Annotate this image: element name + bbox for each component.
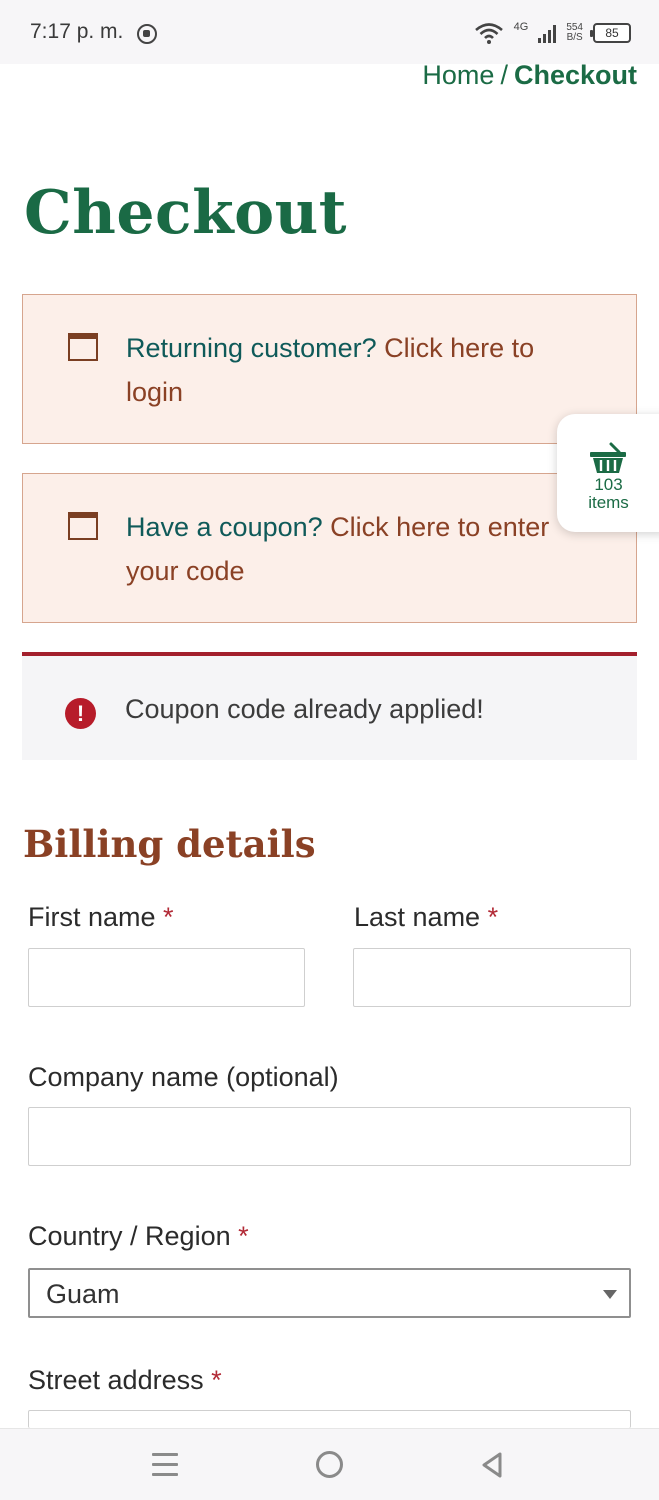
floating-cart-button[interactable]: 103 items [557,414,659,532]
error-message: Coupon code already applied! [125,694,484,724]
wifi-icon [474,23,503,44]
last-name-input[interactable] [353,948,631,1007]
network-type: 4G [513,21,529,33]
cart-count: 103 items [557,476,659,512]
first-name-input[interactable] [28,948,305,1007]
required-marker: * [487,902,499,932]
home-icon[interactable] [316,1451,343,1478]
street-label-text: Street address [28,1365,204,1395]
first-name-label: First name * [28,902,174,933]
cart-count-number: 103 [594,475,623,494]
login-notice-prefix: Returning customer? [126,333,377,363]
street-input[interactable] [28,1410,631,1428]
signal-icon [538,23,557,43]
chevron-down-icon [603,1290,617,1299]
company-input[interactable] [28,1107,631,1166]
coupon-notice: Have a coupon? Click here to enter your … [22,473,637,623]
breadcrumb-separator: / [500,60,508,90]
coupon-notice-prefix: Have a coupon? [126,512,323,542]
last-name-label-text: Last name [354,902,481,932]
status-icons: 4G 554 B/S 85 [474,18,631,48]
login-notice-text: Returning customer? Click here to login [126,326,596,414]
country-select[interactable]: Guam [28,1268,631,1318]
required-marker: * [238,1221,249,1251]
status-time: 7:17 p. m. [30,20,124,43]
battery-icon: 85 [590,23,631,43]
breadcrumb-home[interactable]: Home [422,60,494,90]
company-label-text: Company name (optional) [28,1062,339,1092]
country-label-text: Country / Region [28,1221,231,1251]
first-name-label-text: First name [28,902,156,932]
street-label: Street address * [28,1365,222,1396]
last-name-label: Last name * [354,902,498,933]
network-speed: 554 B/S [566,23,583,43]
back-icon[interactable] [480,1451,504,1479]
error-notice: ! Coupon code already applied! [22,652,637,760]
recent-apps-icon[interactable] [152,1453,178,1477]
speed-unit: B/S [566,32,583,43]
screen-record-icon [137,24,157,44]
cart-count-unit: items [588,493,629,512]
basket-icon [590,442,626,473]
status-bar: 7:17 p. m. 4G 554 B/S 85 [0,0,659,64]
page-title: Checkout [24,178,348,248]
required-marker: * [163,902,174,932]
breadcrumb: Home / Checkout [422,60,637,91]
exclamation-circle-icon: ! [65,698,96,729]
billing-title: Billing details [23,822,316,866]
required-marker: * [211,1365,222,1395]
country-label: Country / Region * [28,1221,249,1252]
login-notice: Returning customer? Click here to login [22,294,637,444]
country-selected-value: Guam [46,1279,120,1309]
company-label: Company name (optional) [28,1062,339,1093]
coupon-notice-text: Have a coupon? Click here to enter your … [126,505,596,593]
window-icon [68,512,98,540]
window-icon [68,333,98,361]
breadcrumb-current: Checkout [513,60,637,90]
system-nav-bar [0,1428,659,1500]
battery-level: 85 [605,26,619,40]
